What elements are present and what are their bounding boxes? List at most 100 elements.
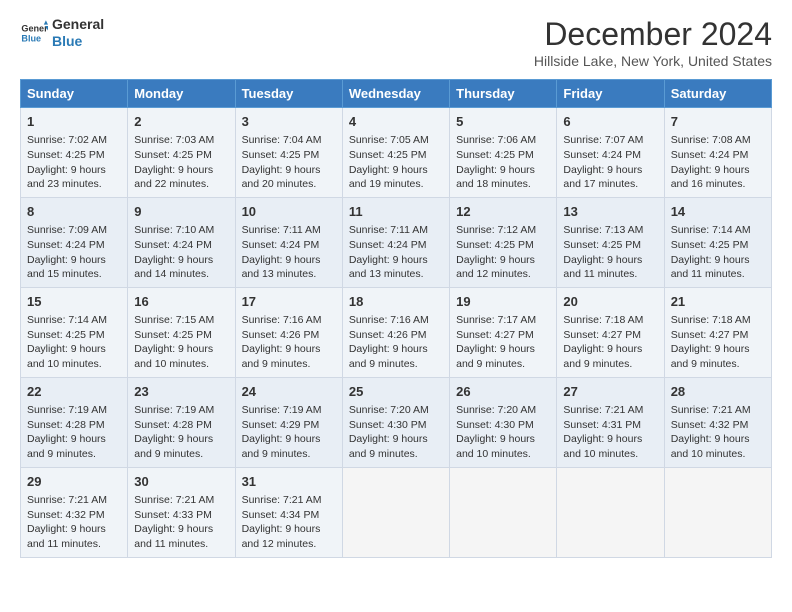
day-info: Sunrise: 7:16 AM Sunset: 4:26 PM Dayligh… [242,313,336,372]
day-info: Sunrise: 7:07 AM Sunset: 4:24 PM Dayligh… [563,133,657,192]
day-info: Sunrise: 7:19 AM Sunset: 4:28 PM Dayligh… [27,403,121,462]
day-cell: 22 Sunrise: 7:19 AM Sunset: 4:28 PM Dayl… [21,377,128,467]
day-info: Sunrise: 7:19 AM Sunset: 4:29 PM Dayligh… [242,403,336,462]
svg-text:Blue: Blue [21,33,41,43]
calendar-table: SundayMondayTuesdayWednesdayThursdayFrid… [20,79,772,558]
day-cell: 15 Sunrise: 7:14 AM Sunset: 4:25 PM Dayl… [21,287,128,377]
day-number: 28 [671,383,765,401]
day-info: Sunrise: 7:17 AM Sunset: 4:27 PM Dayligh… [456,313,550,372]
day-info: Sunrise: 7:05 AM Sunset: 4:25 PM Dayligh… [349,133,443,192]
day-number: 16 [134,293,228,311]
header: General Blue General Blue December 2024 … [20,16,772,69]
day-cell: 23 Sunrise: 7:19 AM Sunset: 4:28 PM Dayl… [128,377,235,467]
header-monday: Monday [128,80,235,108]
day-number: 7 [671,113,765,131]
day-cell: 1 Sunrise: 7:02 AM Sunset: 4:25 PM Dayli… [21,108,128,198]
day-cell: 29 Sunrise: 7:21 AM Sunset: 4:32 PM Dayl… [21,467,128,557]
location: Hillside Lake, New York, United States [534,53,772,69]
day-number: 17 [242,293,336,311]
header-friday: Friday [557,80,664,108]
calendar-header-row: SundayMondayTuesdayWednesdayThursdayFrid… [21,80,772,108]
day-cell: 17 Sunrise: 7:16 AM Sunset: 4:26 PM Dayl… [235,287,342,377]
day-info: Sunrise: 7:08 AM Sunset: 4:24 PM Dayligh… [671,133,765,192]
day-number: 24 [242,383,336,401]
day-info: Sunrise: 7:10 AM Sunset: 4:24 PM Dayligh… [134,223,228,282]
week-row-4: 22 Sunrise: 7:19 AM Sunset: 4:28 PM Dayl… [21,377,772,467]
day-number: 9 [134,203,228,221]
day-cell: 16 Sunrise: 7:15 AM Sunset: 4:25 PM Dayl… [128,287,235,377]
day-number: 26 [456,383,550,401]
day-info: Sunrise: 7:21 AM Sunset: 4:34 PM Dayligh… [242,493,336,552]
day-number: 13 [563,203,657,221]
week-row-2: 8 Sunrise: 7:09 AM Sunset: 4:24 PM Dayli… [21,197,772,287]
day-cell: 12 Sunrise: 7:12 AM Sunset: 4:25 PM Dayl… [450,197,557,287]
day-cell: 13 Sunrise: 7:13 AM Sunset: 4:25 PM Dayl… [557,197,664,287]
day-number: 29 [27,473,121,491]
day-info: Sunrise: 7:18 AM Sunset: 4:27 PM Dayligh… [563,313,657,372]
day-number: 6 [563,113,657,131]
header-tuesday: Tuesday [235,80,342,108]
day-info: Sunrise: 7:14 AM Sunset: 4:25 PM Dayligh… [671,223,765,282]
day-cell: 2 Sunrise: 7:03 AM Sunset: 4:25 PM Dayli… [128,108,235,198]
day-cell: 11 Sunrise: 7:11 AM Sunset: 4:24 PM Dayl… [342,197,449,287]
day-info: Sunrise: 7:20 AM Sunset: 4:30 PM Dayligh… [349,403,443,462]
day-cell: 10 Sunrise: 7:11 AM Sunset: 4:24 PM Dayl… [235,197,342,287]
day-cell: 9 Sunrise: 7:10 AM Sunset: 4:24 PM Dayli… [128,197,235,287]
day-number: 20 [563,293,657,311]
day-cell: 5 Sunrise: 7:06 AM Sunset: 4:25 PM Dayli… [450,108,557,198]
day-number: 14 [671,203,765,221]
day-cell [557,467,664,557]
day-cell: 7 Sunrise: 7:08 AM Sunset: 4:24 PM Dayli… [664,108,771,198]
day-info: Sunrise: 7:06 AM Sunset: 4:25 PM Dayligh… [456,133,550,192]
week-row-3: 15 Sunrise: 7:14 AM Sunset: 4:25 PM Dayl… [21,287,772,377]
day-info: Sunrise: 7:11 AM Sunset: 4:24 PM Dayligh… [349,223,443,282]
logo: General Blue General Blue [20,16,104,50]
day-cell: 20 Sunrise: 7:18 AM Sunset: 4:27 PM Dayl… [557,287,664,377]
day-info: Sunrise: 7:11 AM Sunset: 4:24 PM Dayligh… [242,223,336,282]
day-cell: 19 Sunrise: 7:17 AM Sunset: 4:27 PM Dayl… [450,287,557,377]
day-cell: 4 Sunrise: 7:05 AM Sunset: 4:25 PM Dayli… [342,108,449,198]
logo-icon: General Blue [20,19,48,47]
header-sunday: Sunday [21,80,128,108]
logo-line2: Blue [52,33,104,50]
day-info: Sunrise: 7:21 AM Sunset: 4:32 PM Dayligh… [27,493,121,552]
day-number: 19 [456,293,550,311]
day-number: 1 [27,113,121,131]
header-wednesday: Wednesday [342,80,449,108]
day-cell: 18 Sunrise: 7:16 AM Sunset: 4:26 PM Dayl… [342,287,449,377]
day-number: 21 [671,293,765,311]
day-info: Sunrise: 7:03 AM Sunset: 4:25 PM Dayligh… [134,133,228,192]
day-number: 5 [456,113,550,131]
day-cell [664,467,771,557]
day-number: 31 [242,473,336,491]
day-info: Sunrise: 7:16 AM Sunset: 4:26 PM Dayligh… [349,313,443,372]
day-cell: 25 Sunrise: 7:20 AM Sunset: 4:30 PM Dayl… [342,377,449,467]
calendar-body: 1 Sunrise: 7:02 AM Sunset: 4:25 PM Dayli… [21,108,772,558]
day-number: 23 [134,383,228,401]
day-number: 11 [349,203,443,221]
day-number: 3 [242,113,336,131]
day-info: Sunrise: 7:12 AM Sunset: 4:25 PM Dayligh… [456,223,550,282]
svg-text:General: General [21,23,48,33]
day-info: Sunrise: 7:21 AM Sunset: 4:33 PM Dayligh… [134,493,228,552]
day-info: Sunrise: 7:15 AM Sunset: 4:25 PM Dayligh… [134,313,228,372]
logo-line1: General [52,16,104,33]
day-info: Sunrise: 7:14 AM Sunset: 4:25 PM Dayligh… [27,313,121,372]
day-cell [450,467,557,557]
day-info: Sunrise: 7:18 AM Sunset: 4:27 PM Dayligh… [671,313,765,372]
day-number: 30 [134,473,228,491]
day-number: 4 [349,113,443,131]
day-info: Sunrise: 7:04 AM Sunset: 4:25 PM Dayligh… [242,133,336,192]
day-info: Sunrise: 7:21 AM Sunset: 4:31 PM Dayligh… [563,403,657,462]
day-cell: 24 Sunrise: 7:19 AM Sunset: 4:29 PM Dayl… [235,377,342,467]
day-cell [342,467,449,557]
header-saturday: Saturday [664,80,771,108]
day-number: 2 [134,113,228,131]
day-number: 18 [349,293,443,311]
day-number: 10 [242,203,336,221]
day-info: Sunrise: 7:20 AM Sunset: 4:30 PM Dayligh… [456,403,550,462]
day-cell: 28 Sunrise: 7:21 AM Sunset: 4:32 PM Dayl… [664,377,771,467]
day-info: Sunrise: 7:21 AM Sunset: 4:32 PM Dayligh… [671,403,765,462]
week-row-5: 29 Sunrise: 7:21 AM Sunset: 4:32 PM Dayl… [21,467,772,557]
header-thursday: Thursday [450,80,557,108]
